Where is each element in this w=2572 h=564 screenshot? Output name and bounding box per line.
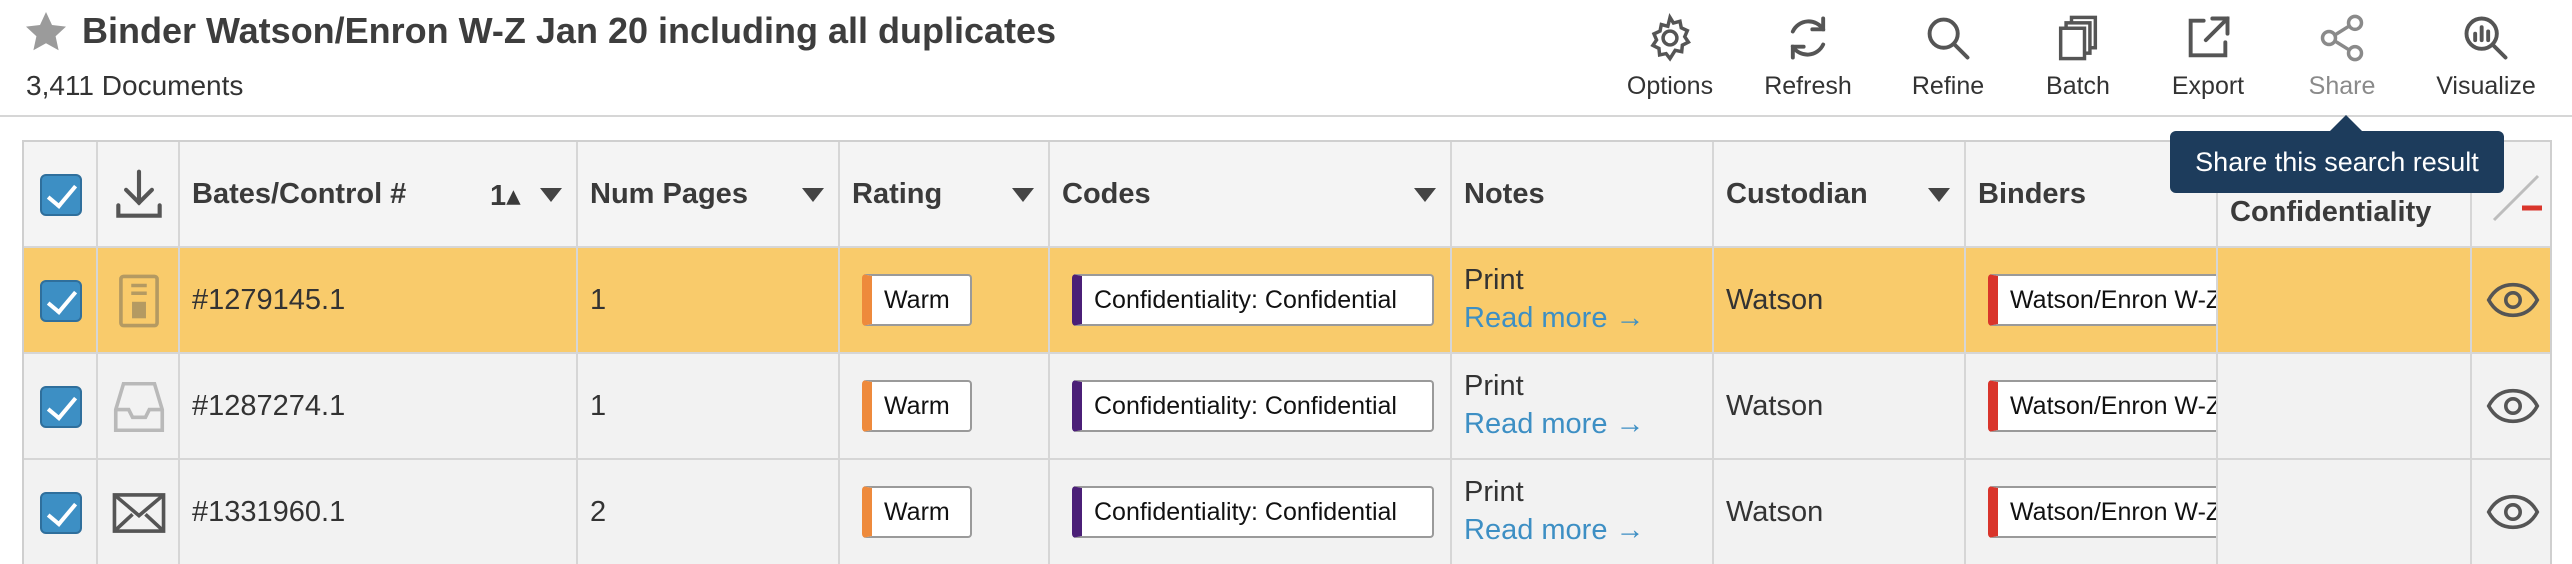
column-header-custodian[interactable]: Custodian (1714, 142, 1966, 246)
gear-icon (1650, 12, 1691, 62)
num-pages-value: 2 (590, 496, 607, 528)
batch-button[interactable]: Batch (2008, 8, 2148, 108)
share-button[interactable]: Share (2272, 8, 2412, 108)
rating-header-label: Rating (852, 178, 943, 210)
notes-header-label: Notes (1464, 178, 1545, 210)
codes-header-label: Codes (1062, 178, 1151, 210)
bates-column-menu[interactable] (540, 188, 562, 202)
eye-icon[interactable] (2486, 282, 2540, 318)
favorite-star-icon[interactable] (20, 8, 72, 56)
results-grid: Bates/Control # 1▴ Num Pages Rating Code… (22, 140, 2552, 564)
bates-number[interactable]: #1287274.1 (192, 390, 345, 423)
read-more-link[interactable]: Read more → (1464, 302, 1645, 335)
bates-number[interactable]: #1331960.1 (192, 496, 345, 529)
binder-tag[interactable]: Watson/Enron W-Z Jan 20 (1988, 274, 2216, 326)
export-label: Export (2171, 72, 2245, 100)
bates-number[interactable]: #1279145.1 (192, 284, 345, 317)
refresh-icon (1790, 16, 1826, 60)
document-count: 3,411 Documents (26, 70, 244, 101)
note-text: Print (1464, 476, 1524, 508)
num-pages-value: 1 (590, 284, 607, 316)
row-checkbox[interactable] (40, 386, 82, 428)
note-text: Print (1464, 264, 1524, 296)
visualize-icon (2464, 16, 2508, 60)
column-header-notes[interactable]: Notes (1452, 142, 1714, 246)
options-label: Options (1626, 72, 1714, 100)
codes-column-menu[interactable] (1414, 188, 1436, 202)
refresh-button[interactable]: Refresh (1738, 8, 1878, 108)
read-more-link[interactable]: Read more → (1464, 408, 1645, 441)
file-document-icon (119, 274, 159, 328)
inbox-tray-icon (113, 381, 165, 433)
row-checkbox[interactable] (40, 280, 82, 322)
eye-icon[interactable] (2486, 494, 2540, 530)
table-row[interactable]: #1331960.1 2 Warm Confidentiality: Confi… (24, 460, 2550, 564)
binders-header-label: Binders (1978, 178, 2086, 210)
visualize-label: Visualize (2436, 72, 2536, 100)
custodian-column-menu[interactable] (1928, 188, 1950, 202)
visualize-button[interactable]: Visualize (2416, 8, 2556, 108)
row-checkbox[interactable] (40, 492, 82, 534)
note-text: Print (1464, 370, 1524, 402)
refresh-label: Refresh (1764, 72, 1852, 100)
custodian-value: Watson (1726, 284, 1824, 316)
envelope-icon (112, 493, 166, 533)
column-header-num-pages[interactable]: Num Pages (578, 142, 840, 246)
share-label: Share (2308, 72, 2376, 100)
codes-tag[interactable]: Confidentiality: Confidential (1072, 380, 1434, 432)
binder-tag[interactable]: Watson/Enron W-Z Jan 20 (1988, 380, 2216, 432)
custodian-value: Watson (1726, 496, 1824, 528)
search-icon (1927, 17, 1970, 60)
download-icon[interactable] (108, 164, 170, 226)
binder-tag[interactable]: Watson/Enron W-Z Jan 20 (1988, 486, 2216, 538)
table-row[interactable]: #1279145.1 1 Warm Confidentiality: Confi… (24, 248, 2550, 354)
table-row[interactable]: #1287274.1 1 Warm Confidentiality: Confi… (24, 354, 2550, 460)
column-header-bates[interactable]: Bates/Control # 1▴ (180, 142, 578, 246)
confidentiality-header-label: Confidentiality (2230, 196, 2432, 228)
custodian-header-label: Custodian (1726, 178, 1868, 210)
page-title: Binder Watson/Enron W-Z Jan 20 including… (82, 10, 1057, 51)
rating-tag[interactable]: Warm (862, 380, 972, 432)
bates-header-label: Bates/Control # (192, 178, 407, 210)
batch-label: Batch (2046, 72, 2110, 100)
read-more-link[interactable]: Read more → (1464, 514, 1645, 547)
refine-label: Refine (1911, 72, 1985, 100)
num-pages-header-label: Num Pages (590, 178, 748, 210)
eye-icon[interactable] (2486, 388, 2540, 424)
refine-button[interactable]: Refine (1878, 8, 2018, 108)
num-pages-column-menu[interactable] (802, 188, 824, 202)
page-header: Binder Watson/Enron W-Z Jan 20 including… (0, 0, 2572, 117)
custodian-value: Watson (1726, 390, 1824, 422)
rating-tag[interactable]: Warm (862, 274, 972, 326)
column-header-codes[interactable]: Codes (1050, 142, 1452, 246)
rating-tag[interactable]: Warm (862, 486, 972, 538)
codes-tag[interactable]: Confidentiality: Confidential (1072, 486, 1434, 538)
select-all-checkbox[interactable] (40, 174, 82, 216)
column-header-rating[interactable]: Rating (840, 142, 1050, 246)
codes-tag[interactable]: Confidentiality: Confidential (1072, 274, 1434, 326)
export-button[interactable]: Export (2138, 8, 2278, 108)
num-pages-value: 1 (590, 390, 607, 422)
share-tooltip: Share this search result (2170, 115, 2504, 193)
sort-indicator[interactable]: 1▴ (490, 178, 521, 213)
rating-column-menu[interactable] (1012, 188, 1034, 202)
options-button[interactable]: Options (1600, 8, 1740, 108)
share-icon (2320, 14, 2364, 62)
export-icon (2188, 16, 2230, 58)
batch-stack-icon (2058, 15, 2098, 61)
